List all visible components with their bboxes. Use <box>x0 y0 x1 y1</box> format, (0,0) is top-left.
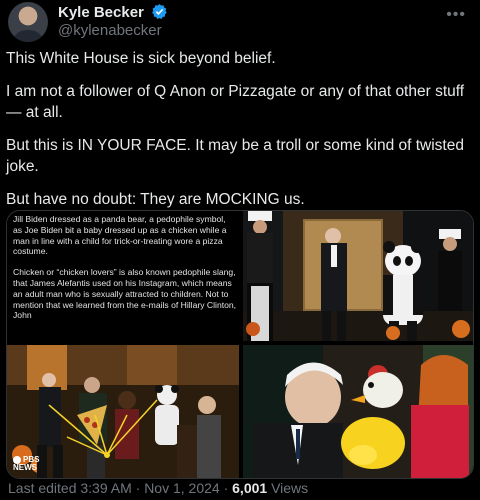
media-grid: Jill Biden dressed as a panda bear, a pe… <box>6 210 474 479</box>
pbs-news-watermark: PBS NEWS <box>13 455 40 472</box>
post-paragraph: I am not a follower of Q Anon or Pizzaga… <box>6 83 465 121</box>
views-label: Views <box>267 480 309 496</box>
views-count: 6,001 <box>232 480 268 496</box>
author-name-row[interactable]: Kyle Becker <box>58 3 168 21</box>
edited-timestamp[interactable]: Last edited 3:39 AM · Nov 1, 2024 · <box>8 480 232 496</box>
media-tile-photo-doorway[interactable] <box>243 211 473 341</box>
media-caption: Jill Biden dressed as a panda bear, a pe… <box>13 214 237 331</box>
photo-doorway-illustration <box>243 211 473 341</box>
post-body: This White House is sick beyond belief. … <box>6 48 468 222</box>
more-horizontal-icon[interactable]: ••• <box>446 6 466 24</box>
post-paragraph: This White House is sick beyond belief. <box>6 50 276 67</box>
post-paragraph: But have no doubt: They are MOCKING us. <box>6 191 305 208</box>
media-caption-paragraph: Chicken or “chicken lovers” is also know… <box>13 267 237 321</box>
media-tile-photo-chicken-costume[interactable] <box>243 345 473 478</box>
post-header: Kyle Becker @kylenabecker ••• <box>8 0 472 42</box>
verified-badge-icon <box>152 4 167 19</box>
author-handle[interactable]: @kylenabecker <box>58 22 162 39</box>
post-footer: Last edited 3:39 AM · Nov 1, 2024 · 6,00… <box>8 480 308 496</box>
photo-chicken-illustration <box>243 345 473 478</box>
post-paragraph: But this is IN YOUR FACE. It may be a tr… <box>6 137 464 175</box>
photo-crowd-illustration <box>7 345 239 478</box>
media-caption-paragraph: Jill Biden dressed as a panda bear, a pe… <box>13 214 227 257</box>
media-tile-photo-crowd[interactable]: PBS NEWS <box>7 345 239 478</box>
avatar[interactable] <box>8 2 48 42</box>
author-display-name[interactable]: Kyle Becker <box>58 4 144 21</box>
media-tile-text-screenshot[interactable]: Jill Biden dressed as a panda bear, a pe… <box>7 211 239 341</box>
